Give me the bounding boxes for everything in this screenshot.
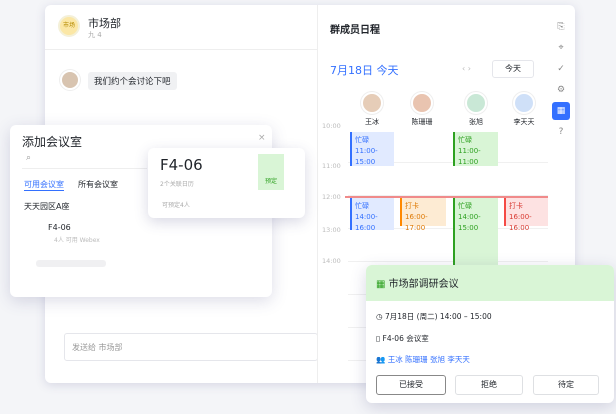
pin-icon[interactable]: ⌖: [552, 39, 570, 57]
people-icon: 👥: [376, 355, 388, 364]
dialog-title: 添加会议室: [22, 135, 83, 149]
share-icon[interactable]: ⎘: [552, 18, 570, 36]
building-name[interactable]: 天天园区A座: [24, 201, 69, 212]
event-title: 市场部调研会议: [388, 279, 459, 290]
chat-message: 我们约个会讨论下吧: [88, 72, 177, 90]
time-label: 11:00: [322, 162, 341, 170]
event-block[interactable]: 打卡 16:00-16:00: [504, 198, 548, 232]
room-card[interactable]: F4-06 2个关联日历 可预定4人 预定: [148, 148, 305, 218]
room-item[interactable]: F4-06: [48, 223, 71, 232]
member[interactable]: 陈珊珊: [398, 92, 446, 127]
chat-header: [45, 8, 317, 50]
calendar-icon: ▦: [376, 279, 389, 290]
group-name[interactable]: 市场部: [88, 15, 121, 31]
message-input[interactable]: 发送给 市场部: [64, 333, 318, 361]
close-icon[interactable]: ×: [258, 133, 266, 143]
member-name: 王冰: [365, 118, 379, 126]
accept-button[interactable]: 已接受: [376, 375, 446, 395]
avatar[interactable]: [60, 70, 80, 90]
room-detail: 4人 可用 Webex: [54, 237, 100, 244]
date-pager[interactable]: ‹ ›: [462, 64, 471, 73]
room-card-sub: 2个关联日历: [160, 181, 194, 188]
settings-icon[interactable]: ⚙: [552, 81, 570, 99]
event-block[interactable]: 忙碌 14:00-16:00: [350, 198, 394, 232]
member-name: 李天天: [513, 118, 535, 126]
event-block[interactable]: 打卡 16:00-17:00: [400, 198, 446, 232]
right-sidebar: ⎘ ⌖ ✓ ⚙ ▦ ?: [552, 18, 570, 144]
calendar-icon[interactable]: ▦: [552, 102, 570, 120]
member[interactable]: 李天天: [500, 92, 548, 127]
group-logo: 市场: [58, 15, 80, 37]
room-card-name: F4-06: [160, 156, 203, 174]
tentative-button[interactable]: 待定: [533, 375, 599, 395]
today-button[interactable]: 今天: [492, 60, 534, 78]
time-label: 13:00: [322, 226, 341, 234]
tab-available-rooms[interactable]: 可用会议室: [24, 179, 64, 191]
event-block[interactable]: 忙碌 14:00-15:00: [453, 198, 498, 266]
event-room: ▯ F4-06 会议室: [376, 334, 429, 343]
member-name: 陈珊珊: [411, 118, 433, 126]
search-input[interactable]: ⌕: [22, 153, 147, 169]
member-name: 张旭: [469, 118, 483, 126]
member[interactable]: 王冰: [348, 92, 396, 127]
search-icon: ⌕: [26, 153, 32, 163]
schedule-title: 群成员日程: [330, 25, 380, 36]
event-block[interactable]: 忙碌 11:00-11:00: [453, 132, 498, 166]
clock-icon: ◷: [376, 312, 385, 321]
event-time: ◷ 7月18日 (周二) 14:00 – 15:00: [376, 312, 492, 321]
room-card-note: 可预定4人: [162, 202, 190, 209]
help-icon[interactable]: ?: [552, 123, 570, 141]
time-label: 14:00: [322, 257, 341, 265]
time-label: 10:00: [322, 122, 341, 130]
event-block[interactable]: 忙碌 11:00-15:00: [350, 132, 394, 166]
event-header: ▦ 市场部调研会议: [366, 265, 614, 301]
divider: [317, 5, 318, 383]
member[interactable]: 张旭: [452, 92, 500, 127]
book-room-button[interactable]: 预定: [258, 154, 284, 190]
tab-all-rooms[interactable]: 所有会议室: [78, 179, 118, 190]
placeholder-row: [36, 260, 106, 267]
event-attendees: 👥 王冰 陈珊珊 张旭 李天天: [376, 355, 470, 364]
time-label: 12:00: [322, 193, 341, 201]
schedule-date: 7月18日 今天: [330, 64, 399, 77]
group-subtitle: 九 4: [88, 31, 102, 39]
check-icon[interactable]: ✓: [552, 60, 570, 78]
decline-button[interactable]: 拒绝: [455, 375, 523, 395]
